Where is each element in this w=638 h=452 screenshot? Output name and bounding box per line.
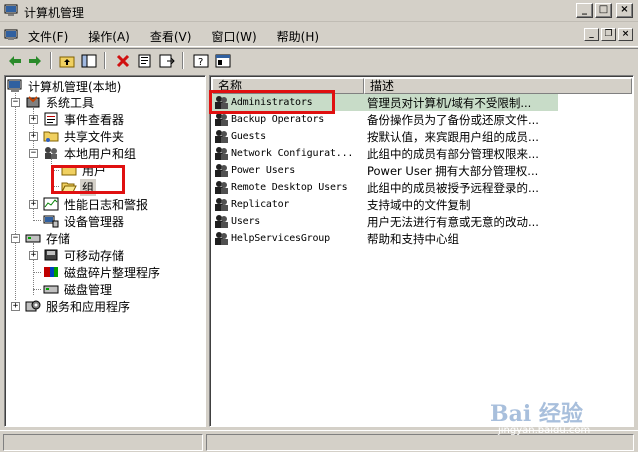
menu-bar: 文件(F) 操作(A) 查看(V) 窗口(W) 帮助(H) _ ❐ × bbox=[0, 23, 638, 47]
group-icon bbox=[215, 181, 228, 194]
maximize-button[interactable]: □ bbox=[595, 3, 612, 18]
help-button[interactable]: ? bbox=[192, 52, 210, 69]
baidu-watermark-url: jingyan.baidu.com bbox=[498, 425, 591, 436]
folder-up-icon bbox=[59, 56, 75, 67]
back-arrow-icon bbox=[9, 55, 21, 66]
minimize-button[interactable]: _ bbox=[576, 3, 593, 18]
group-icon bbox=[215, 147, 228, 160]
list-row-network-config[interactable]: Network Configurat... 此组中的成员有部分管理权限来... bbox=[212, 145, 632, 162]
group-icon bbox=[215, 130, 228, 143]
tree-item-storage[interactable]: 存储 bbox=[25, 230, 72, 246]
child-restore-button[interactable]: ❐ bbox=[601, 28, 616, 41]
expand-toggle-removable-storage[interactable]: + bbox=[29, 251, 38, 260]
tree-item-shared-folders[interactable]: 共享文件夹 bbox=[43, 128, 126, 144]
toolbar: ? bbox=[0, 48, 638, 72]
group-icon bbox=[215, 232, 228, 245]
expand-toggle-local-users[interactable]: − bbox=[29, 149, 38, 158]
list-row-power-users[interactable]: Power Users Power User 拥有大部分管理权... bbox=[212, 162, 632, 179]
group-icon bbox=[215, 113, 228, 126]
child-minimize-button[interactable]: _ bbox=[584, 28, 599, 41]
show-tree-button[interactable] bbox=[80, 52, 98, 69]
tree-item-computer-management[interactable]: 计算机管理(本地) bbox=[7, 78, 123, 94]
menu-file[interactable]: 文件(F) bbox=[28, 28, 68, 45]
menu-window[interactable]: 窗口(W) bbox=[211, 28, 256, 45]
groups-list-pane[interactable]: 名称 描述 Administrators 管理员对计算机/域有不受限制... B… bbox=[209, 75, 634, 427]
tree-item-event-viewer[interactable]: 事件查看器 bbox=[43, 111, 126, 127]
defrag-icon bbox=[44, 267, 58, 277]
action-pane-button[interactable] bbox=[214, 52, 232, 69]
export-list-button[interactable] bbox=[158, 52, 176, 69]
event-viewer-icon bbox=[44, 112, 58, 126]
tree-item-disk-management[interactable]: 磁盘管理 bbox=[43, 281, 114, 297]
group-icon bbox=[215, 215, 228, 228]
close-button[interactable]: × bbox=[616, 3, 633, 18]
users-groups-icon bbox=[45, 147, 57, 159]
column-header-description[interactable]: 描述 bbox=[364, 78, 632, 94]
storage-icon bbox=[25, 234, 41, 243]
tree-item-device-manager[interactable]: 设备管理器 bbox=[43, 213, 126, 229]
menu-help[interactable]: 帮助(H) bbox=[277, 28, 319, 45]
properties-icon bbox=[138, 54, 151, 67]
delete-icon bbox=[116, 54, 130, 67]
list-row-remote-desktop-users[interactable]: Remote Desktop Users 此组中的成员被授予远程登录的... bbox=[212, 179, 632, 196]
list-row-users[interactable]: Users 用户无法进行有意或无意的改动... bbox=[212, 213, 632, 230]
removable-storage-icon bbox=[44, 249, 58, 261]
console-tree-icon bbox=[81, 54, 97, 67]
tree-item-disk-defragmenter[interactable]: 磁盘碎片整理程序 bbox=[43, 264, 162, 280]
tools-icon bbox=[26, 96, 40, 108]
menu-view[interactable]: 查看(V) bbox=[150, 28, 192, 45]
tree-item-system-tools[interactable]: 系统工具 bbox=[25, 94, 96, 110]
tree-item-services-apps[interactable]: 服务和应用程序 bbox=[25, 298, 132, 314]
expand-toggle-storage[interactable]: − bbox=[11, 234, 20, 243]
window-title: 计算机管理 bbox=[24, 6, 85, 20]
group-icon bbox=[215, 164, 228, 177]
device-manager-icon bbox=[43, 215, 59, 228]
menu-action[interactable]: 操作(A) bbox=[88, 28, 130, 45]
console-tree-pane[interactable]: 计算机管理(本地) − 系统工具 + 事件查看器 + 共享文件夹 − 本地用户和… bbox=[4, 75, 206, 427]
group-icon bbox=[215, 198, 228, 211]
delete-button[interactable] bbox=[114, 52, 132, 69]
tree-item-local-users-groups[interactable]: 本地用户和组 bbox=[43, 145, 138, 161]
back-button[interactable] bbox=[6, 52, 24, 69]
shared-folder-icon bbox=[43, 131, 59, 142]
child-close-button[interactable]: × bbox=[618, 28, 633, 41]
window-icon bbox=[215, 54, 231, 67]
document-icon[interactable] bbox=[4, 29, 19, 41]
disk-mgmt-icon bbox=[43, 285, 59, 294]
status-cell-left bbox=[3, 434, 203, 451]
list-row-help-services[interactable]: HelpServicesGroup 帮助和支持中心组 bbox=[212, 230, 632, 247]
properties-button[interactable] bbox=[136, 52, 154, 69]
forward-arrow-icon bbox=[29, 55, 41, 66]
tree-item-removable-storage[interactable]: 可移动存储 bbox=[43, 247, 126, 263]
expand-toggle-system-tools[interactable]: − bbox=[11, 98, 20, 107]
svg-text:?: ? bbox=[198, 57, 203, 68]
highlight-box-administrators bbox=[209, 90, 335, 114]
computer-management-icon bbox=[4, 4, 18, 16]
perf-log-icon bbox=[43, 197, 59, 211]
help-icon: ? bbox=[193, 54, 209, 68]
expand-toggle-perf-logs[interactable]: + bbox=[29, 200, 38, 209]
computer-mgmt-icon bbox=[7, 79, 22, 92]
expand-toggle-services[interactable]: + bbox=[11, 302, 20, 311]
title-bar: 计算机管理 _ □ × bbox=[0, 0, 638, 22]
list-row-guests[interactable]: Guests 按默认值，来宾跟用户组的成员... bbox=[212, 128, 632, 145]
forward-button[interactable] bbox=[26, 52, 44, 69]
baidu-watermark-logo: Bai 经验 bbox=[490, 401, 583, 427]
up-level-button[interactable] bbox=[58, 52, 76, 69]
services-icon bbox=[25, 300, 41, 312]
list-row-replicator[interactable]: Replicator 支持域中的文件复制 bbox=[212, 196, 632, 213]
highlight-box-groups bbox=[51, 165, 125, 194]
status-cell-right bbox=[206, 434, 634, 451]
tree-item-performance-logs[interactable]: 性能日志和警报 bbox=[43, 196, 150, 212]
export-list-icon bbox=[159, 54, 175, 67]
expand-toggle-shared-folders[interactable]: + bbox=[29, 132, 38, 141]
expand-toggle-event-viewer[interactable]: + bbox=[29, 115, 38, 124]
